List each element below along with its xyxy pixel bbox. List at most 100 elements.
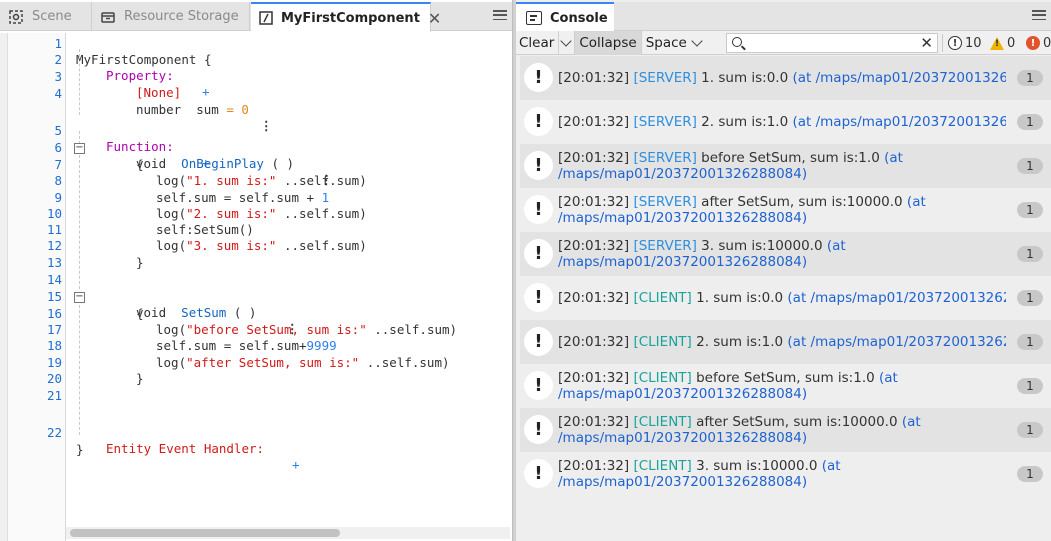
panel-menu-icon[interactable] <box>492 8 508 22</box>
space-label: Space <box>645 34 687 51</box>
close-icon[interactable]: ✕ <box>428 9 441 28</box>
console-menu-icon[interactable] <box>1031 8 1047 22</box>
log-text: after SetSum, sum is:10000.0 <box>696 194 907 210</box>
error-count: 0 <box>1043 35 1051 51</box>
code-text: log( <box>156 173 187 188</box>
code-line: } <box>8 255 504 271</box>
console-search-field[interactable]: ✕ <box>726 33 938 53</box>
log-source-link[interactable]: (at /maps/map01/20372001326288084) <box>792 70 1006 86</box>
add-event-handler-button[interactable]: + <box>292 457 300 473</box>
console-log-list: ! [20:01:32] [SERVER] 1. sum is:0.0 (at /… <box>520 56 1051 541</box>
log-entry[interactable]: ! [20:01:32] [CLIENT] 2. sum is:1.0 (at /… <box>520 320 1051 364</box>
code-line: self.sum = self.sum+9999 <box>8 338 504 354</box>
log-timestamp: [20:01:32] <box>558 70 630 86</box>
tab-resource-storage[interactable]: Resource Storage <box>92 2 250 31</box>
console-tab-bar: Console <box>516 2 1051 32</box>
editor-tab-bar: Scene Resource Storage MyFirstComponent … <box>0 2 512 32</box>
log-info-icon: ! <box>524 371 553 400</box>
collapse-toggle[interactable]: Collapse <box>575 30 642 55</box>
log-timestamp: [20:01:32] <box>558 414 630 430</box>
property-equals: = <box>226 102 234 117</box>
code-editor[interactable]: 1 2 3 4 5 6 7 8 9 10 11 12 13 14 15 16 1… <box>8 33 512 541</box>
log-entry[interactable]: ! [20:01:32] [CLIENT] 3. sum is:10000.0 (… <box>520 452 1051 496</box>
log-info-icon: ! <box>524 283 553 312</box>
log-text: before SetSum, sum is:1.0 <box>696 150 885 166</box>
log-source-tag: [SERVER] <box>633 70 697 86</box>
info-count: 10 <box>965 35 982 51</box>
close-brace: } <box>136 255 144 270</box>
log-count-badge: 1 <box>1017 290 1043 306</box>
log-message: [20:01:32] [SERVER] 1. sum is:0.0 (at /m… <box>558 70 1006 86</box>
log-entry[interactable]: ! [20:01:32] [CLIENT] 1. sum is:0.0 (at /… <box>520 276 1051 320</box>
log-timestamp: [20:01:32] <box>558 150 630 166</box>
code-text: log( <box>156 355 187 370</box>
log-source-link[interactable]: (at /maps/map01/20372001326288084) <box>792 114 1006 130</box>
log-count-badge: 1 <box>1017 202 1043 218</box>
code-line: log("1. sum is:" ..self.sum) <box>8 173 504 189</box>
clear-options-dropdown[interactable] <box>559 30 576 55</box>
log-count-badge: 1 <box>1017 378 1043 394</box>
log-entry[interactable]: ! [20:01:32] [SERVER] 2. sum is:1.0 (at /… <box>520 100 1051 144</box>
log-message: [20:01:32] [CLIENT] 2. sum is:1.0 (at /m… <box>558 334 1006 350</box>
tab-scene[interactable]: Scene <box>0 2 92 31</box>
log-text: 3. sum is:10000.0 <box>691 458 822 474</box>
log-entry[interactable]: ! [20:01:32] [CLIENT] before SetSum, sum … <box>520 364 1051 408</box>
log-text: 2. sum is:1.0 <box>696 114 793 130</box>
log-timestamp: [20:01:32] <box>558 334 630 350</box>
log-count-badge: 1 <box>1017 466 1043 482</box>
clear-search-icon[interactable]: ✕ <box>920 34 933 52</box>
code-line: Function: + <box>8 123 504 170</box>
log-message: [20:01:32] [SERVER] 2. sum is:1.0 (at /m… <box>558 114 1006 130</box>
code-line: Entity Event Handler: + <box>8 425 504 472</box>
log-source-link[interactable]: (at /maps/map01/20372001326288084) <box>787 290 1006 306</box>
number-literal: 1 <box>321 190 330 205</box>
code-line: } <box>8 371 504 387</box>
code-line: number sum = 0 ⋮ <box>8 86 504 133</box>
editor-left-strip <box>0 33 8 541</box>
log-timestamp: [20:01:32] <box>558 114 630 130</box>
log-entry[interactable]: ! [20:01:32] [CLIENT] after SetSum, sum i… <box>520 408 1051 452</box>
log-timestamp: [20:01:32] <box>558 194 630 210</box>
horizontal-scrollbar[interactable] <box>66 527 510 539</box>
log-count-badge: 1 <box>1017 70 1043 86</box>
code-line: log("after SetSum, sum is:" ..self.sum) <box>8 355 504 371</box>
log-info-icon: ! <box>524 239 553 268</box>
error-filter-toggle[interactable]: ! 0 <box>1026 35 1051 51</box>
tab-scene-label: Scene <box>32 9 72 24</box>
log-info-icon: ! <box>524 195 553 224</box>
close-brace: } <box>76 442 84 457</box>
tab-console[interactable]: Console <box>516 2 614 32</box>
code-line: log("2. sum is:" ..self.sum) <box>8 206 504 222</box>
line-number: 14 <box>46 272 62 287</box>
code-line: MyFirstComponent { <box>8 36 504 67</box>
string-literal: "2. sum is:" <box>186 206 277 221</box>
log-entry[interactable]: ! [20:01:32] [SERVER] 3. sum is:10000.0 (… <box>520 232 1051 276</box>
code-line: } <box>8 442 504 458</box>
log-source-tag: [SERVER] <box>633 238 697 254</box>
log-count-badge: 1 <box>1017 334 1043 350</box>
storage-icon <box>100 9 116 25</box>
code-text: ..self.sum) <box>366 322 458 337</box>
console-toolbar: Clear Collapse Space ✕ ! 10 ! 0 ! 0 <box>516 30 1051 55</box>
log-message: [20:01:32] [CLIENT] 3. sum is:10000.0 (a… <box>558 458 1006 490</box>
code-line: self:SetSum() <box>8 222 504 238</box>
log-info-icon: ! <box>524 107 553 136</box>
log-entry[interactable]: ! [20:01:32] [SERVER] 1. sum is:0.0 (at /… <box>520 56 1051 100</box>
warning-filter-toggle[interactable]: ! 0 <box>990 35 1015 51</box>
code-text: ..self.sum) <box>276 173 367 188</box>
log-text: after SetSum, sum is:10000.0 <box>691 414 902 430</box>
clear-button[interactable]: Clear <box>516 30 560 55</box>
log-text: before SetSum, sum is:1.0 <box>691 370 879 386</box>
warning-icon: ! <box>990 36 1004 50</box>
scrollbar-thumb[interactable] <box>70 529 340 537</box>
tab-myfirstcomponent[interactable]: MyFirstComponent ✕ <box>251 2 441 32</box>
error-icon: ! <box>1026 36 1040 50</box>
log-source-link[interactable]: (at /maps/map01/20372001326288084) <box>787 334 1006 350</box>
code-line: Property: + <box>8 52 504 99</box>
space-dropdown[interactable]: Space <box>642 31 709 55</box>
log-entry[interactable]: ! [20:01:32] [SERVER] before SetSum, sum … <box>520 144 1051 188</box>
log-source-tag: [CLIENT] <box>633 370 692 386</box>
info-filter-toggle[interactable]: ! 10 <box>948 35 982 51</box>
log-entry[interactable]: ! [20:01:32] [SERVER] after SetSum, sum i… <box>520 188 1051 232</box>
string-literal: "after SetSum, sum is:" <box>186 355 360 370</box>
